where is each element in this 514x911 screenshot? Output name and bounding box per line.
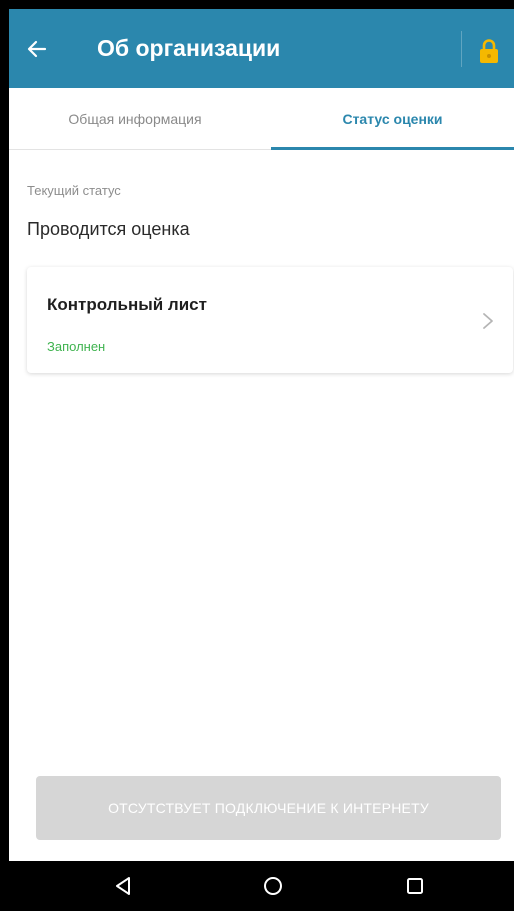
tab-general-info[interactable]: Общая информация — [9, 88, 261, 149]
chevron-right-icon — [483, 313, 493, 329]
system-back-button[interactable] — [93, 861, 153, 911]
nav-back-icon — [116, 877, 130, 895]
arrow-left-icon — [27, 40, 47, 58]
system-recent-apps-button[interactable] — [385, 861, 445, 911]
checklist-status: Заполнен — [47, 339, 106, 354]
app-bar-divider — [461, 31, 462, 67]
tab-assessment-status-label: Статус оценки — [342, 110, 443, 127]
current-status-value: Проводится оценка — [27, 219, 190, 239]
tab-bar: Общая информация Статус оценки — [9, 88, 514, 150]
no-internet-button[interactable]: ОТСУТСТВУЕТ ПОДКЛЮЧЕНИЕ К ИНТЕРНЕТУ — [36, 776, 501, 840]
page-title: Об организации — [97, 35, 281, 61]
active-tab-indicator — [271, 147, 514, 150]
tab-general-info-label: Общая информация — [68, 110, 202, 127]
lock-icon — [480, 39, 498, 63]
checklist-card[interactable]: Контрольный лист Заполнен — [27, 267, 513, 373]
system-navigation-bar — [9, 861, 514, 911]
app-bar: Об организации — [9, 9, 514, 88]
nav-recent-icon — [407, 878, 423, 894]
nav-home-icon — [264, 877, 282, 895]
current-status-label: Текущий статус — [27, 183, 121, 198]
no-internet-button-label: ОТСУТСТВУЕТ ПОДКЛЮЧЕНИЕ К ИНТЕРНЕТУ — [108, 800, 429, 816]
app-screen: Об организации Общая информация Статус о… — [9, 9, 514, 911]
system-home-button[interactable] — [243, 861, 303, 911]
checklist-title: Контрольный лист — [47, 295, 207, 314]
tab-assessment-status[interactable]: Статус оценки — [271, 88, 514, 149]
back-button[interactable] — [17, 29, 57, 69]
lock-button[interactable] — [469, 31, 509, 71]
